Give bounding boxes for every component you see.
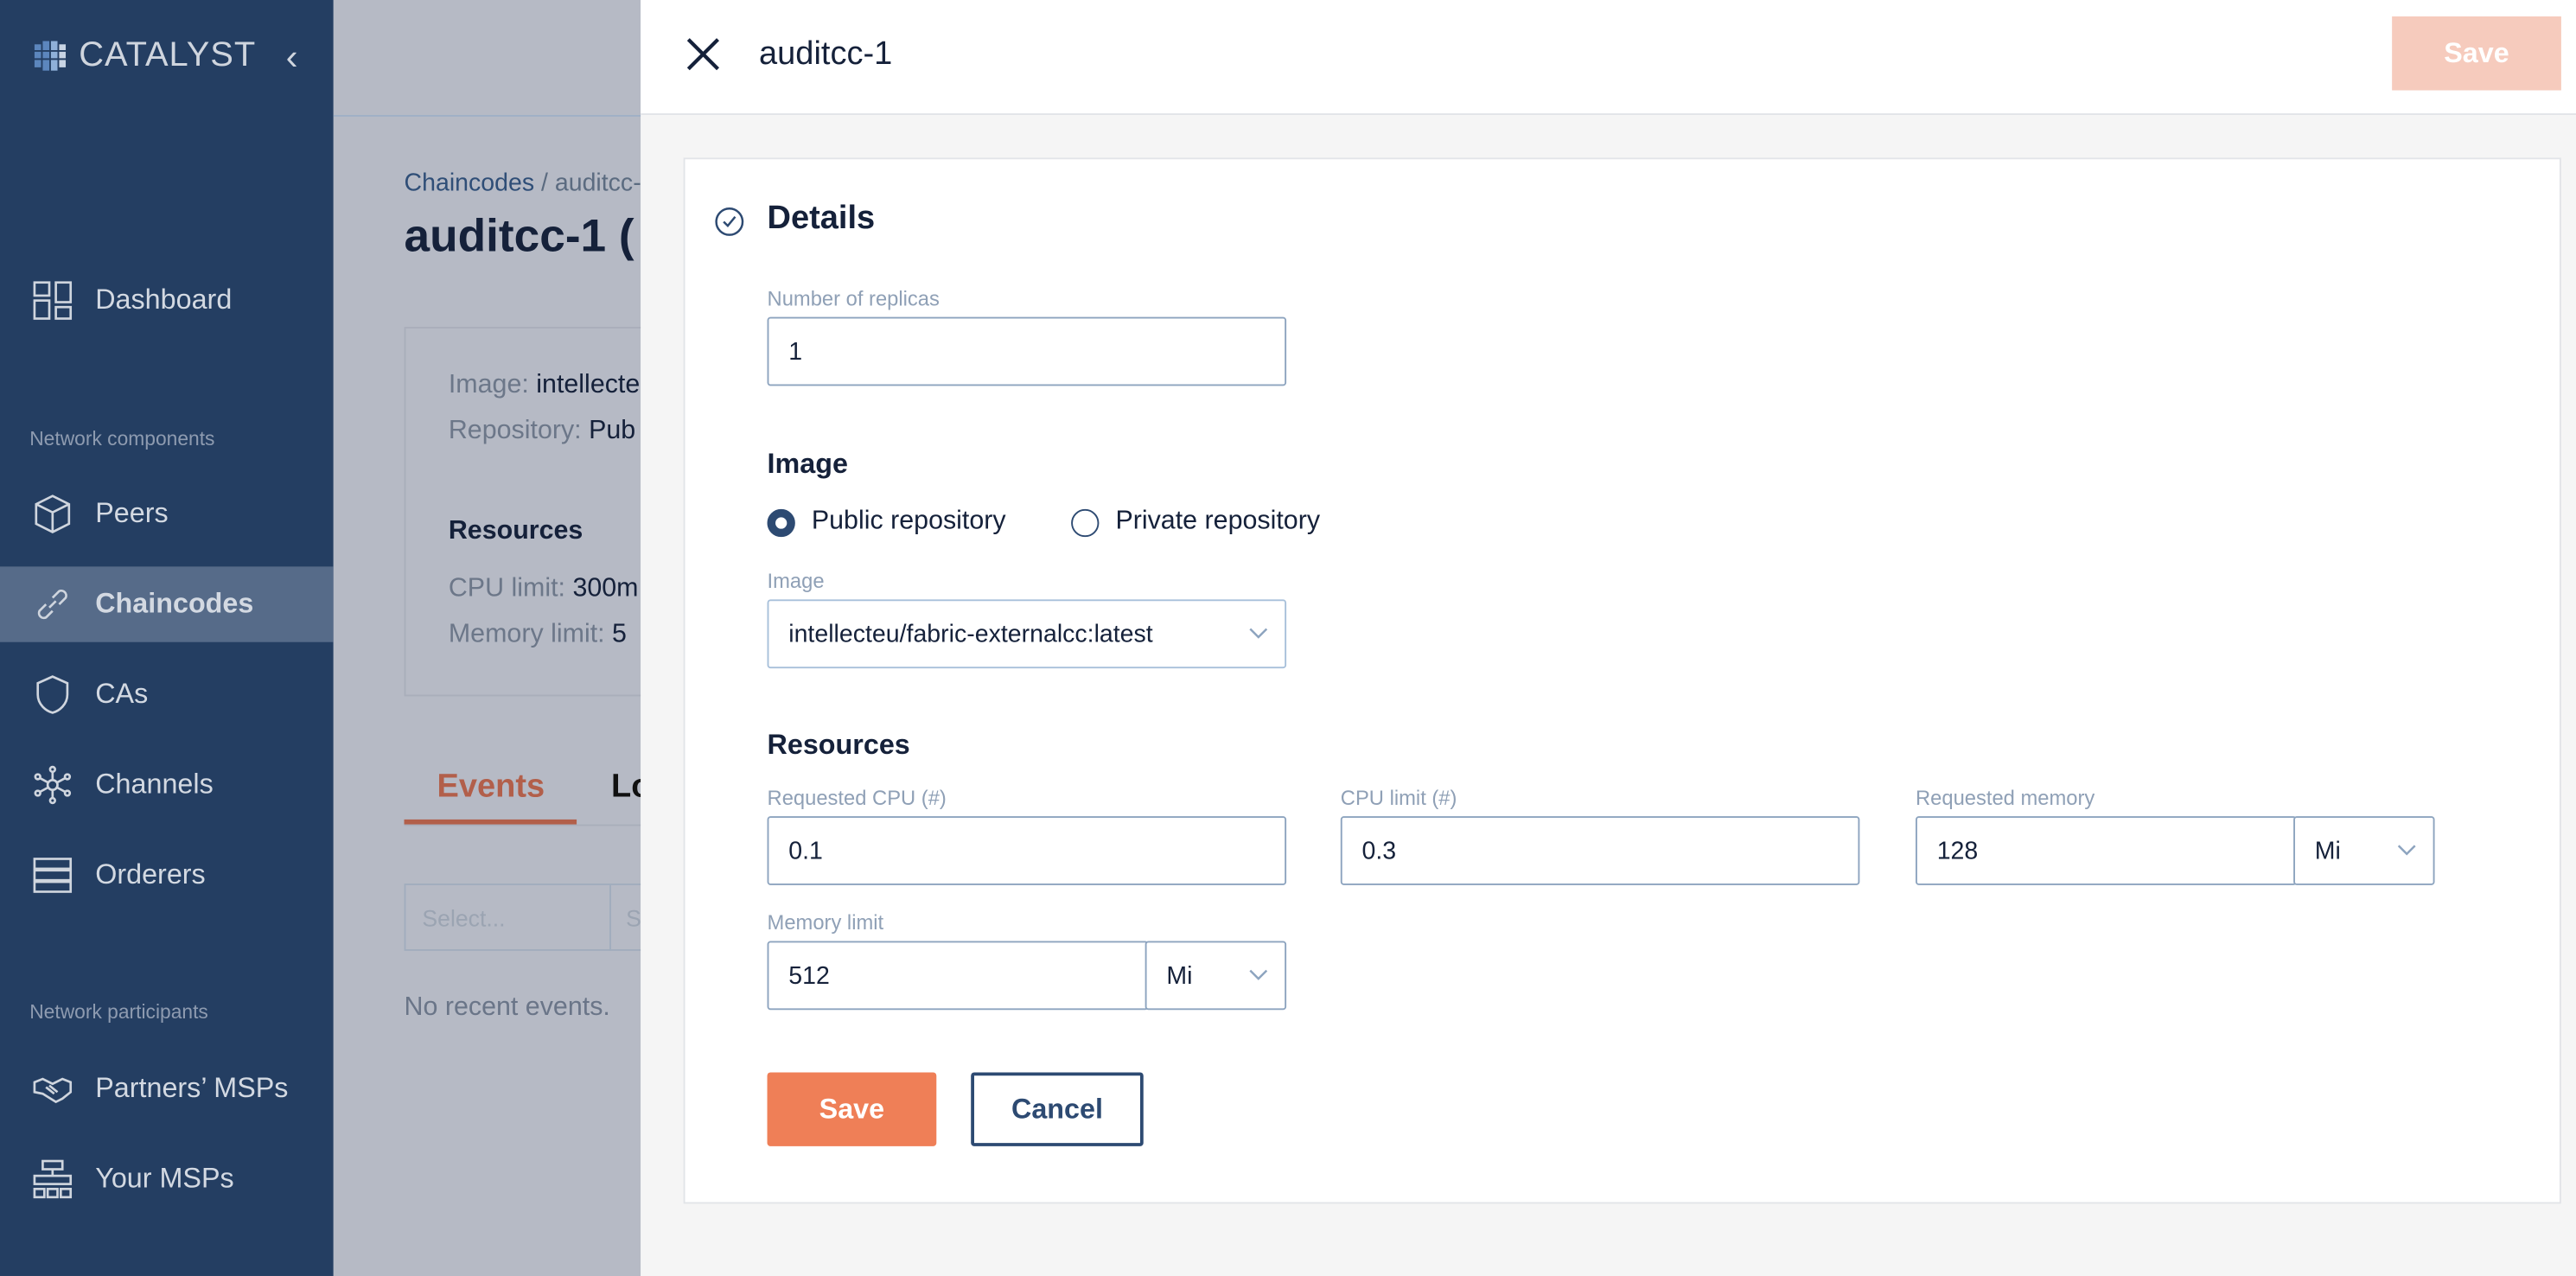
cpu-limit-label: CPU limit (#): [1340, 786, 1457, 810]
sidebar-item-channels[interactable]: Channels: [0, 747, 334, 822]
breadcrumb-chaincodes-link[interactable]: Chaincodes: [405, 169, 535, 197]
panel-title: auditcc-1: [759, 35, 893, 73]
requested-cpu-label: Requested CPU (#): [767, 786, 947, 810]
section-title: Details: [767, 200, 876, 237]
tab-logs[interactable]: Lo: [611, 769, 641, 807]
no-events-text: No recent events.: [404, 993, 610, 1022]
cpu-value: 300m: [572, 574, 639, 603]
sidebar-item-chaincodes[interactable]: Chaincodes: [0, 566, 334, 642]
cancel-button[interactable]: Cancel: [971, 1072, 1144, 1146]
breadcrumb-separator: /: [534, 169, 555, 197]
radio-label: Private repository: [1115, 507, 1321, 536]
select2-placeholder: S: [626, 904, 641, 932]
sidebar-item-label: Chaincodes: [95, 588, 254, 620]
top-bar: [333, 0, 641, 117]
breadcrumb: Chaincodes / auditcc-1: [405, 169, 641, 197]
sidebar-item-label: CAs: [95, 678, 149, 710]
collapse-sidebar-icon[interactable]: ‹: [286, 36, 298, 79]
image-label: Image:: [448, 371, 529, 399]
image-label: Image: [767, 570, 825, 593]
sidebar-item-label: Dashboard: [95, 284, 233, 316]
event-filter-select[interactable]: Select... S: [404, 883, 641, 951]
sidebar-item-label: Partners’ MSPs: [95, 1072, 289, 1104]
edit-panel: auditcc-1 Save Details Number of replica…: [641, 0, 2576, 1276]
requested-memory-unit-select[interactable]: Mi: [2293, 816, 2435, 885]
panel-header: auditcc-1 Save: [641, 0, 2576, 115]
tab-events[interactable]: Events: [404, 769, 577, 825]
sidebar-item-label: Peers: [95, 497, 169, 529]
image-select[interactable]: intellecteu/fabric-externalcc:latest: [767, 599, 1287, 669]
info-card: Image: intellecte Repository: Pub Resour…: [404, 327, 641, 697]
requested-memory-label: Requested memory: [1915, 786, 2095, 810]
cpu-label: CPU limit:: [448, 574, 565, 603]
sidebar-item-partners-msps[interactable]: Partners’ MSPs: [0, 1051, 334, 1126]
radio-public-repository[interactable]: Public repository: [767, 507, 1006, 537]
unit-value: Mi: [2314, 837, 2341, 866]
sidebar: CATALYST ‹ Dashboard Network components …: [0, 0, 334, 1276]
cube-icon: [35, 494, 71, 533]
memory-limit-label: Memory limit: [767, 911, 884, 935]
memory-limit-input[interactable]: 512: [767, 941, 1149, 1011]
replicas-label: Number of replicas: [767, 287, 940, 311]
close-icon[interactable]: [684, 35, 724, 74]
tabs: Events Lo: [404, 765, 641, 826]
cpu-limit-input[interactable]: 0.3: [1340, 816, 1860, 885]
memory-label: Memory limit:: [448, 621, 605, 649]
sidebar-item-label: Orderers: [95, 858, 206, 890]
header-save-button[interactable]: Save: [2392, 16, 2561, 91]
chevron-down-icon: [1249, 628, 1268, 639]
server-icon: [33, 858, 73, 893]
image-value: intellecteu/fabric-externalcc:latest: [788, 621, 1153, 649]
sidebar-item-label: Your MSPs: [95, 1162, 234, 1195]
logo: CATALYST: [33, 36, 256, 76]
radio-unchecked-icon: [1071, 507, 1100, 537]
save-button[interactable]: Save: [767, 1072, 937, 1146]
check-circle-icon: [715, 207, 744, 236]
sidebar-item-dashboard[interactable]: Dashboard: [0, 263, 334, 338]
page-title: auditcc-1 (: [404, 210, 634, 262]
radio-label: Public repository: [811, 507, 1006, 536]
select-placeholder: Select...: [422, 904, 506, 932]
sidebar-item-peers[interactable]: Peers: [0, 476, 334, 552]
details-form: Details Number of replicas 1 Image Publi…: [683, 157, 2561, 1204]
requested-cpu-input[interactable]: 0.1: [767, 816, 1287, 885]
dashboard-icon: [33, 281, 73, 320]
background-page: Chaincodes / auditcc-1 auditcc-1 ( Image…: [333, 0, 641, 1276]
link-icon: [37, 590, 67, 620]
image-heading: Image: [767, 448, 848, 480]
memory-value: 5: [612, 621, 627, 649]
sidebar-item-orderers[interactable]: Orderers: [0, 838, 334, 913]
catalyst-logo-icon: [33, 41, 69, 71]
sidebar-item-label: Channels: [95, 769, 214, 801]
radio-checked-icon: [767, 507, 795, 537]
section-label: Network participants: [29, 999, 208, 1024]
unit-value: Mi: [1166, 962, 1193, 991]
memory-row: Memory limit: 5: [449, 621, 627, 650]
sidebar-item-cas[interactable]: CAs: [0, 657, 334, 732]
image-value: intellecte: [536, 371, 641, 399]
resources-heading: Resources: [448, 517, 583, 545]
image-row: Image: intellecte: [449, 371, 640, 400]
repository-row: Repository: Pub: [449, 417, 635, 446]
chevron-down-icon: [2397, 845, 2416, 856]
radio-private-repository[interactable]: Private repository: [1071, 507, 1320, 537]
repository-value: Pub: [589, 417, 636, 445]
breadcrumb-current: auditcc-1: [554, 169, 641, 197]
sidebar-item-your-msps[interactable]: Your MSPs: [0, 1141, 334, 1216]
logo-text: CATALYST: [79, 35, 257, 74]
shield-icon: [36, 675, 69, 714]
cpu-row: CPU limit: 300m: [449, 575, 639, 604]
requested-memory-input[interactable]: 128: [1915, 816, 2297, 885]
section-label: Network components: [29, 426, 215, 450]
chevron-down-icon: [1249, 969, 1268, 980]
replicas-input[interactable]: 1: [767, 316, 1287, 386]
hierarchy-icon: [33, 1159, 73, 1199]
repository-label: Repository:: [448, 417, 582, 445]
network-icon: [34, 765, 72, 805]
memory-limit-unit-select[interactable]: Mi: [1145, 941, 1287, 1011]
resources-heading: Resources: [767, 729, 910, 761]
handshake-icon: [33, 1077, 73, 1104]
